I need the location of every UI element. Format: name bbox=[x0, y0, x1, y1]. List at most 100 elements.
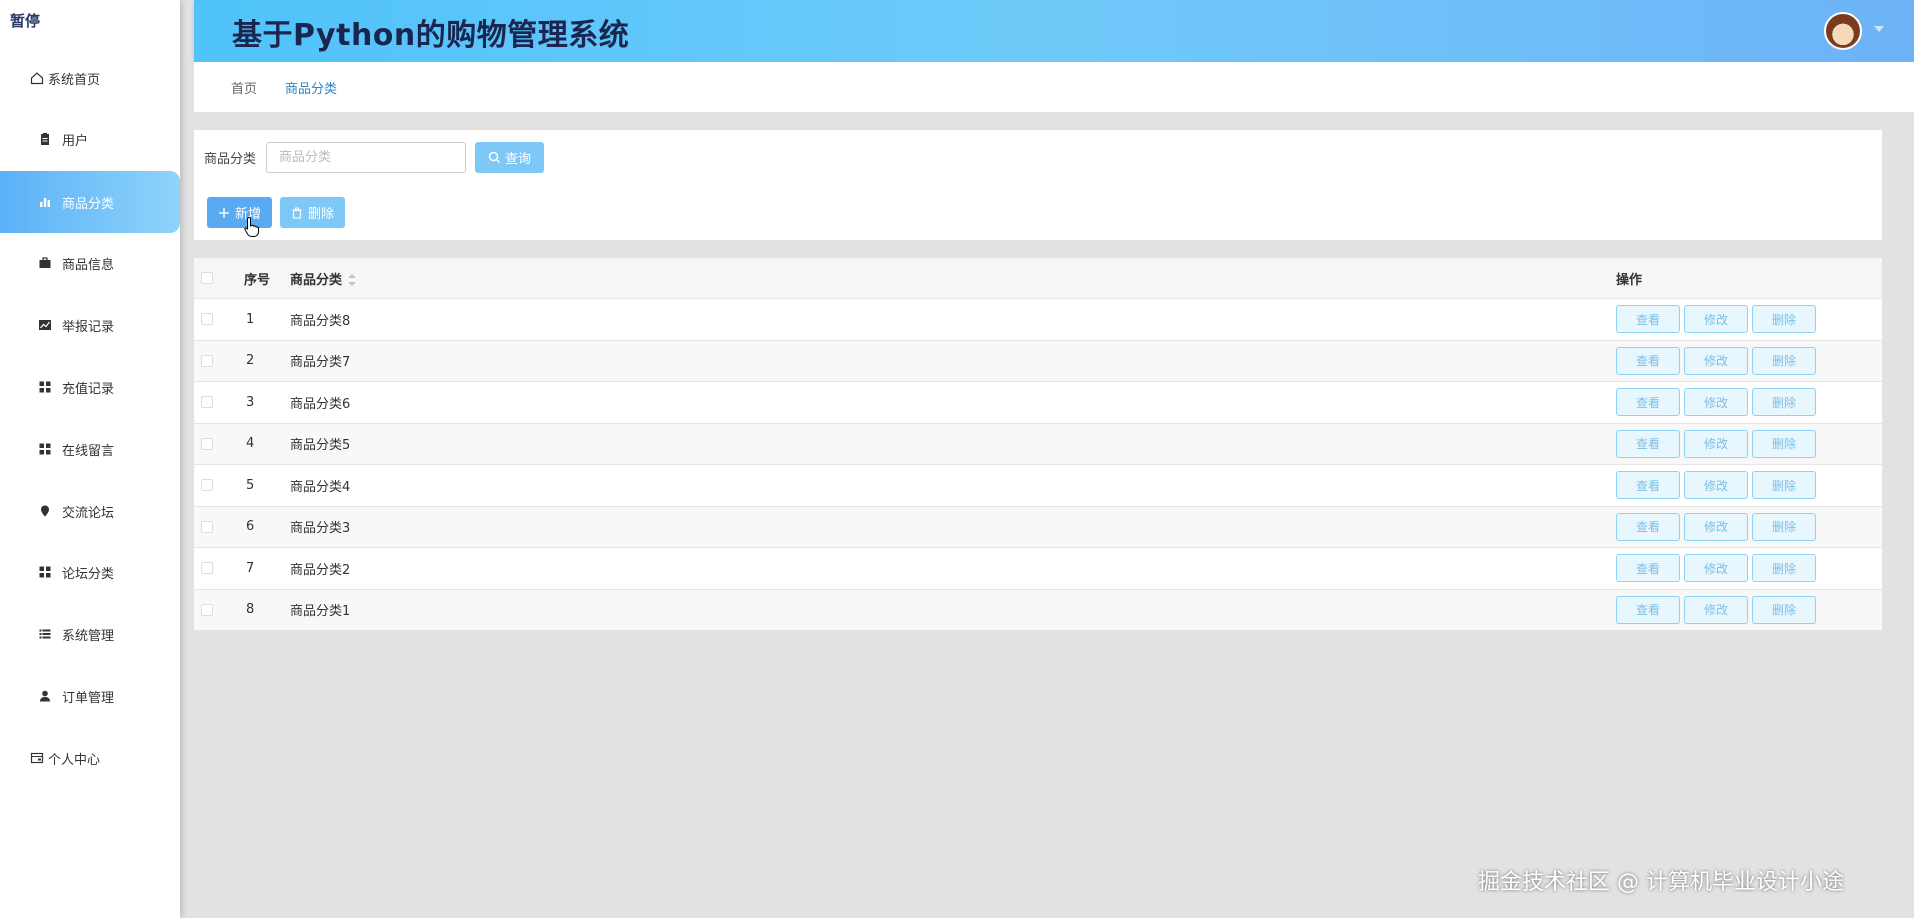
list-icon bbox=[38, 627, 52, 641]
delete-button[interactable]: 删除 bbox=[1752, 388, 1816, 417]
view-button[interactable]: 查看 bbox=[1616, 471, 1680, 500]
edit-button[interactable]: 修改 bbox=[1684, 471, 1748, 500]
row-name: 商品分类1 bbox=[290, 604, 351, 620]
sidebar-item-product-info[interactable]: 商品信息 bbox=[0, 232, 180, 294]
id-card-icon bbox=[30, 751, 44, 765]
query-button[interactable]: 查询 bbox=[475, 142, 544, 173]
sidebar-item-messages[interactable]: 在线留言 bbox=[0, 418, 180, 480]
delete-button[interactable]: 删除 bbox=[1752, 305, 1816, 334]
delete-button[interactable]: 删除 bbox=[1752, 512, 1816, 541]
logo-text: 暂停 bbox=[10, 12, 41, 30]
sidebar-item-label: 在线留言 bbox=[62, 443, 115, 459]
sidebar-item-system[interactable]: 系统管理 bbox=[0, 603, 180, 665]
grid-icon bbox=[38, 380, 52, 394]
table-row: 7 商品分类2 查看 修改 删除 bbox=[194, 547, 1882, 589]
row-checkbox[interactable] bbox=[201, 437, 213, 450]
edit-button[interactable]: 修改 bbox=[1684, 346, 1748, 375]
search-input[interactable] bbox=[266, 142, 466, 173]
pointer-cursor-icon bbox=[243, 216, 261, 238]
delete-button[interactable]: 删除 bbox=[1752, 346, 1816, 375]
sidebar-item-reports[interactable]: 举报记录 bbox=[0, 294, 180, 356]
row-index: 7 bbox=[246, 560, 255, 576]
table-row: 5 商品分类4 查看 修改 删除 bbox=[194, 464, 1882, 506]
edit-button[interactable]: 修改 bbox=[1684, 554, 1748, 583]
query-button-label: 查询 bbox=[504, 152, 531, 167]
sidebar-item-label: 个人中心 bbox=[48, 752, 101, 768]
row-checkbox[interactable] bbox=[201, 354, 213, 367]
delete-button[interactable]: 删除 bbox=[1752, 429, 1816, 458]
category-table: 序号 商品分类 操作 1 商品分类8 查看 修改 删除 2 商品分类7 查看 修… bbox=[194, 258, 1882, 630]
edit-button[interactable]: 修改 bbox=[1684, 388, 1748, 417]
delete-button[interactable]: 删除 bbox=[1752, 471, 1816, 500]
sort-icon[interactable] bbox=[348, 274, 357, 286]
row-checkbox[interactable] bbox=[201, 313, 213, 326]
grid-icon bbox=[38, 565, 52, 579]
table-row: 8 商品分类1 查看 修改 删除 bbox=[194, 588, 1882, 630]
row-index: 5 bbox=[246, 477, 255, 493]
line-chart-icon bbox=[38, 318, 52, 332]
table-row: 4 商品分类5 查看 修改 删除 bbox=[194, 422, 1882, 464]
view-button[interactable]: 查看 bbox=[1616, 512, 1680, 541]
top-header: 基于Python的购物管理系统 bbox=[194, 0, 1914, 62]
row-index: 8 bbox=[246, 602, 255, 618]
sidebar-item-product-category[interactable]: 商品分类 bbox=[0, 171, 180, 233]
select-all-checkbox[interactable] bbox=[201, 272, 213, 284]
chevron-down-icon[interactable] bbox=[1874, 26, 1884, 32]
header-ops: 操作 bbox=[1616, 272, 1643, 288]
view-button[interactable]: 查看 bbox=[1616, 554, 1680, 583]
map-pin-icon bbox=[38, 504, 52, 518]
view-button[interactable]: 查看 bbox=[1616, 388, 1680, 417]
sidebar-item-label: 交流论坛 bbox=[62, 505, 115, 521]
sidebar-item-users[interactable]: 用户 bbox=[0, 108, 180, 170]
row-checkbox[interactable] bbox=[201, 396, 213, 409]
add-button[interactable]: 新增 bbox=[207, 197, 272, 228]
page-title: 基于Python的购物管理系统 bbox=[232, 18, 630, 53]
view-button[interactable]: 查看 bbox=[1616, 346, 1680, 375]
search-icon bbox=[488, 151, 501, 164]
user-icon bbox=[38, 689, 52, 703]
delete-button[interactable]: 删除 bbox=[1752, 595, 1816, 624]
table-header: 序号 商品分类 操作 bbox=[194, 258, 1882, 298]
watermark: 掘金技术社区 @ 计算机毕业设计小途 bbox=[1478, 870, 1844, 895]
home-icon bbox=[30, 71, 44, 85]
header-name[interactable]: 商品分类 bbox=[290, 269, 357, 288]
search-panel: 商品分类 查询 新增 删除 bbox=[194, 130, 1882, 240]
breadcrumb-current: 商品分类 bbox=[285, 81, 338, 97]
edit-button[interactable]: 修改 bbox=[1684, 595, 1748, 624]
table-row: 6 商品分类3 查看 修改 删除 bbox=[194, 505, 1882, 547]
batch-delete-button[interactable]: 删除 bbox=[280, 197, 345, 228]
sidebar-item-label: 举报记录 bbox=[62, 319, 115, 335]
delete-button[interactable]: 删除 bbox=[1752, 554, 1816, 583]
view-button[interactable]: 查看 bbox=[1616, 429, 1680, 458]
row-checkbox[interactable] bbox=[201, 520, 213, 533]
sidebar-item-recharge[interactable]: 充值记录 bbox=[0, 356, 180, 418]
view-button[interactable]: 查看 bbox=[1616, 595, 1680, 624]
row-checkbox[interactable] bbox=[201, 603, 213, 616]
briefcase-icon bbox=[38, 256, 52, 270]
row-index: 2 bbox=[246, 353, 255, 369]
row-checkbox[interactable] bbox=[201, 562, 213, 575]
sidebar-item-orders[interactable]: 订单管理 bbox=[0, 665, 180, 727]
edit-button[interactable]: 修改 bbox=[1684, 512, 1748, 541]
row-name: 商品分类4 bbox=[290, 479, 351, 495]
sidebar-item-label: 论坛分类 bbox=[62, 566, 115, 582]
row-name: 商品分类8 bbox=[290, 313, 351, 329]
edit-button[interactable]: 修改 bbox=[1684, 429, 1748, 458]
edit-button[interactable]: 修改 bbox=[1684, 305, 1748, 334]
view-button[interactable]: 查看 bbox=[1616, 305, 1680, 334]
row-name: 商品分类7 bbox=[290, 355, 351, 371]
row-name: 商品分类2 bbox=[290, 562, 351, 578]
breadcrumb-home[interactable]: 首页 bbox=[231, 78, 257, 97]
sidebar-item-forum[interactable]: 交流论坛 bbox=[0, 480, 180, 542]
avatar[interactable] bbox=[1824, 12, 1862, 50]
sidebar-item-profile[interactable]: 个人中心 bbox=[0, 727, 180, 789]
row-checkbox[interactable] bbox=[201, 479, 213, 492]
row-index: 1 bbox=[246, 311, 255, 327]
table-row: 1 商品分类8 查看 修改 删除 bbox=[194, 298, 1882, 340]
row-name: 商品分类3 bbox=[290, 521, 351, 537]
row-name: 商品分类6 bbox=[290, 396, 351, 412]
sidebar-item-home[interactable]: 系统首页 bbox=[0, 47, 180, 109]
table-row: 3 商品分类6 查看 修改 删除 bbox=[194, 381, 1882, 423]
sidebar-item-forum-category[interactable]: 论坛分类 bbox=[0, 541, 180, 603]
sidebar-item-label: 用户 bbox=[62, 133, 89, 149]
